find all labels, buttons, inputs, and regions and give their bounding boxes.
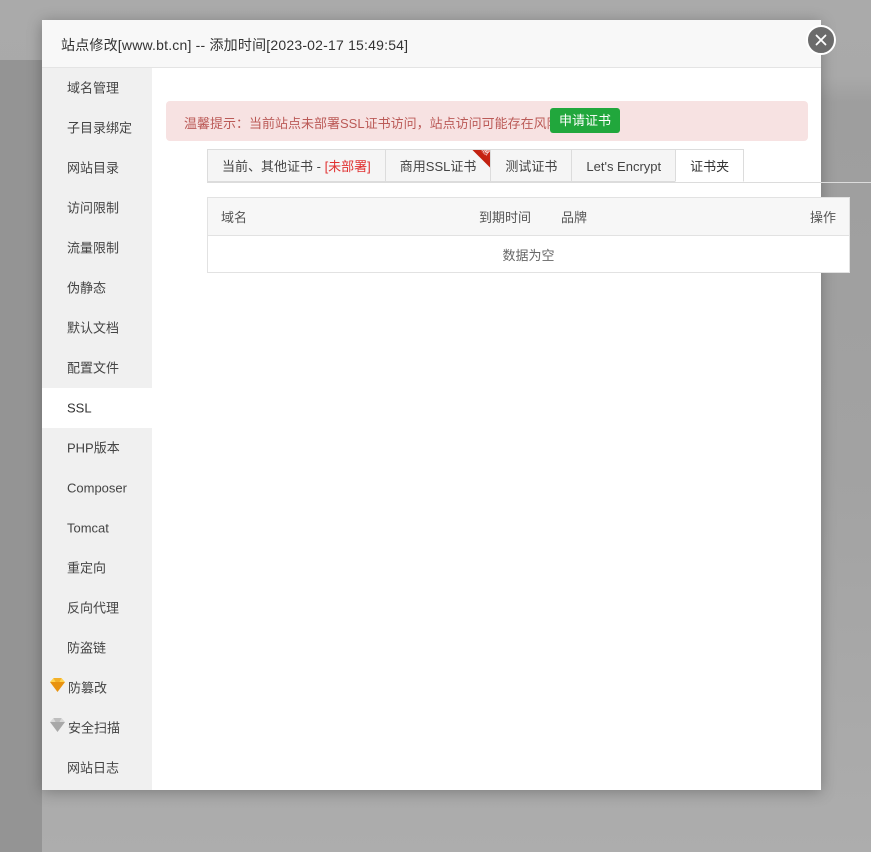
sidebar-item-6[interactable]: 默认文档 bbox=[42, 308, 152, 348]
tab-0[interactable]: 当前、其他证书 - [未部署] bbox=[207, 149, 385, 182]
sidebar-item-label: 访问限制 bbox=[67, 201, 119, 216]
sidebar-item-label: 安全扫描 bbox=[68, 721, 120, 736]
sidebar-item-label: Composer bbox=[67, 481, 127, 496]
sidebar-item-9[interactable]: PHP版本 bbox=[42, 428, 152, 468]
backdrop-shade bbox=[0, 60, 42, 852]
tab-1[interactable]: 商用SSL证书优惠 bbox=[385, 149, 491, 182]
gem-icon-silver bbox=[50, 708, 65, 748]
gem-icon-gold bbox=[50, 668, 65, 708]
sidebar-item-2[interactable]: 网站目录 bbox=[42, 148, 152, 188]
sidebar-item-label: 配置文件 bbox=[67, 361, 119, 376]
column-header-actions: 操作 bbox=[761, 198, 850, 236]
tab-label: 测试证书 bbox=[505, 159, 557, 174]
page-title: 站点修改[www.bt.cn] -- 添加时间[2023-02-17 15:49… bbox=[61, 35, 408, 55]
certificate-table-head: 域名 到期时间 品牌 操作 bbox=[208, 198, 850, 236]
certificate-table-body: 数据为空 bbox=[208, 236, 850, 273]
sidebar-item-13[interactable]: 反向代理 bbox=[42, 588, 152, 628]
sidebar-item-12[interactable]: 重定向 bbox=[42, 548, 152, 588]
tab-label: Let's Encrypt bbox=[586, 159, 661, 174]
sidebar-item-label: 网站日志 bbox=[67, 761, 119, 776]
empty-state-text: 数据为空 bbox=[208, 236, 850, 273]
ssl-panel: 温馨提示：当前站点未部署SSL证书访问，站点访问可能存在风险。 申请证书 当前、… bbox=[152, 68, 821, 790]
sidebar-item-15[interactable]: 防篡改 bbox=[42, 668, 152, 708]
sidebar-item-16[interactable]: 安全扫描 bbox=[42, 708, 152, 748]
sidebar-item-label: 网站目录 bbox=[67, 161, 119, 176]
close-icon[interactable] bbox=[806, 25, 836, 55]
tab-label: 商用SSL证书 bbox=[400, 159, 477, 174]
column-header-brand: 品牌 bbox=[561, 198, 761, 236]
tab-status-bracket: [未部署] bbox=[325, 159, 371, 174]
tab-label: 当前、其他证书 - bbox=[222, 159, 325, 174]
modal-titlebar: 站点修改[www.bt.cn] -- 添加时间[2023-02-17 15:49… bbox=[42, 20, 821, 68]
sidebar-item-label: PHP版本 bbox=[67, 441, 120, 456]
sidebar-item-11[interactable]: Tomcat bbox=[42, 508, 152, 548]
tab-2[interactable]: 测试证书 bbox=[490, 149, 571, 182]
settings-sidebar[interactable]: 域名管理子目录绑定网站目录访问限制流量限制伪静态默认文档配置文件 SSL PHP版本… bbox=[42, 68, 152, 790]
sidebar-item-label: 伪静态 bbox=[67, 281, 106, 296]
sidebar-item-label: 重定向 bbox=[67, 561, 106, 576]
sidebar-item-14[interactable]: 防盗链 bbox=[42, 628, 152, 668]
sidebar-item-label: 域名管理 bbox=[67, 81, 119, 96]
sidebar-item-3[interactable]: 访问限制 bbox=[42, 188, 152, 228]
sidebar-item-10[interactable]: Composer bbox=[42, 468, 152, 508]
certificate-table: 域名 到期时间 品牌 操作 数据为空 bbox=[207, 197, 850, 273]
sidebar-item-label: 防篡改 bbox=[68, 681, 107, 696]
tab-label: 证书夹 bbox=[690, 159, 729, 174]
sidebar-item-label: 默认文档 bbox=[67, 321, 119, 336]
table-empty-row: 数据为空 bbox=[208, 236, 850, 273]
ssl-tabbar: 当前、其他证书 - [未部署]商用SSL证书优惠测试证书Let's Encryp… bbox=[207, 149, 871, 183]
sidebar-item-7[interactable]: 配置文件 bbox=[42, 348, 152, 388]
close-x-glyph bbox=[808, 27, 834, 53]
tab-3[interactable]: Let's Encrypt bbox=[571, 149, 675, 182]
sidebar-item-label: 防盗链 bbox=[67, 641, 106, 656]
site-edit-modal: 站点修改[www.bt.cn] -- 添加时间[2023-02-17 15:49… bbox=[42, 20, 821, 790]
apply-certificate-button[interactable]: 申请证书 bbox=[550, 108, 620, 133]
sidebar-item-4[interactable]: 流量限制 bbox=[42, 228, 152, 268]
sidebar-item-label: 子目录绑定 bbox=[67, 121, 132, 136]
sidebar-item-label: SSL bbox=[67, 401, 92, 416]
ssl-warning-banner: 温馨提示：当前站点未部署SSL证书访问，站点访问可能存在风险。 申请证书 bbox=[166, 101, 808, 141]
ssl-warning-text: 温馨提示：当前站点未部署SSL证书访问，站点访问可能存在风险。 bbox=[184, 113, 573, 132]
column-header-expiry: 到期时间 bbox=[479, 198, 561, 236]
ssl-tablist[interactable]: 当前、其他证书 - [未部署]商用SSL证书优惠测试证书Let's Encryp… bbox=[207, 149, 744, 182]
sidebar-item-label: 反向代理 bbox=[67, 601, 119, 616]
sidebar-item-5[interactable]: 伪静态 bbox=[42, 268, 152, 308]
sidebar-item-0[interactable]: 域名管理 bbox=[42, 68, 152, 108]
sidebar-item-8[interactable]: SSL bbox=[42, 388, 152, 428]
sidebar-item-17[interactable]: 网站日志 bbox=[42, 748, 152, 788]
table-header-row: 域名 到期时间 品牌 操作 bbox=[208, 198, 850, 236]
tab-4[interactable]: 证书夹 bbox=[675, 149, 744, 182]
sidebar-item-label: 流量限制 bbox=[67, 241, 119, 256]
sidebar-item-1[interactable]: 子目录绑定 bbox=[42, 108, 152, 148]
column-header-domain: 域名 bbox=[208, 198, 480, 236]
sidebar-item-label: Tomcat bbox=[67, 521, 109, 536]
